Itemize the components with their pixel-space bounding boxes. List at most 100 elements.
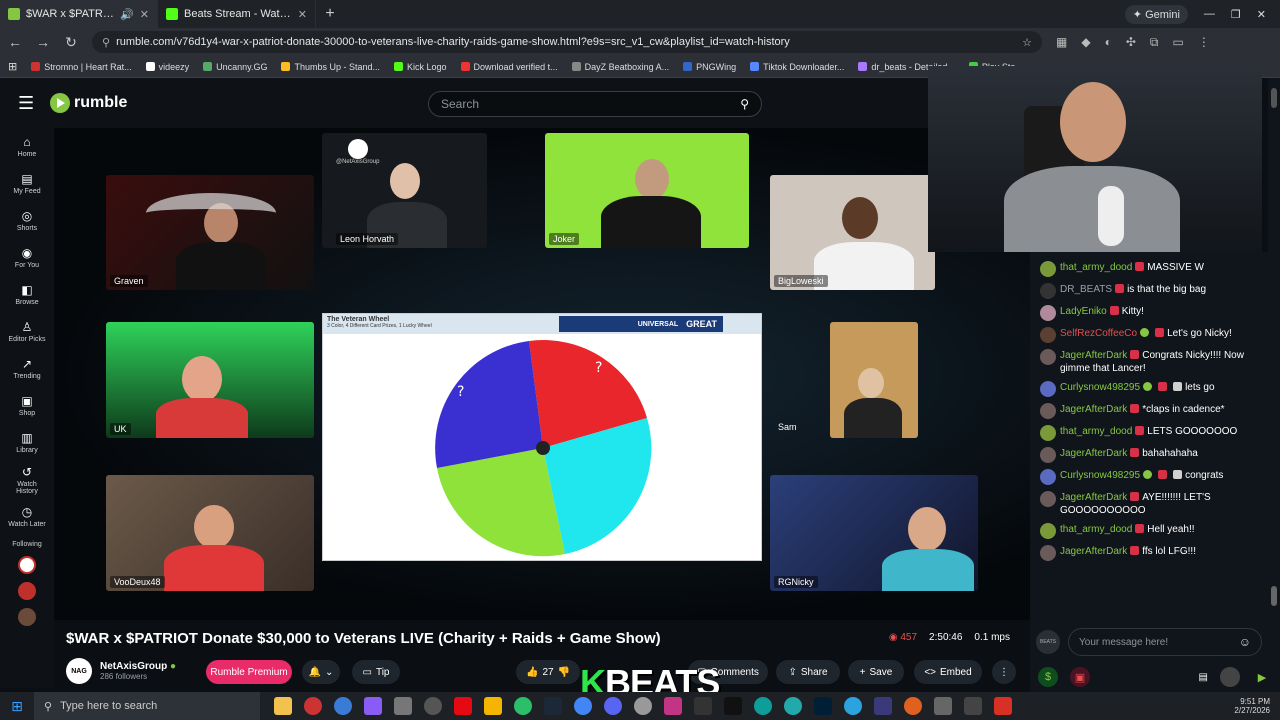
bookmark[interactable]: DayZ Beatboxing A... — [571, 62, 669, 72]
nav-for-you[interactable]: ◉ For You — [0, 239, 54, 276]
back-icon[interactable]: ← — [8, 34, 22, 50]
app-icon[interactable] — [994, 697, 1012, 715]
dollar-icon[interactable]: $ — [1038, 667, 1058, 687]
netflix-icon[interactable] — [454, 697, 472, 715]
windows-start-icon[interactable]: ⊞ — [0, 698, 34, 715]
instagram-icon[interactable] — [664, 697, 682, 715]
reload-icon[interactable]: ↻ — [64, 34, 78, 51]
channel-name[interactable]: NetAxisGroup ● — [100, 661, 176, 672]
chat-username[interactable]: that_army_dood — [1060, 262, 1132, 273]
chat-username[interactable]: JagerAfterDark — [1060, 448, 1127, 459]
chat-username[interactable]: that_army_dood — [1060, 426, 1132, 437]
page-scrollbar[interactable] — [1268, 78, 1280, 692]
rumble-logo[interactable]: rumble — [50, 93, 127, 113]
menu-icon[interactable]: ⋮ — [1198, 35, 1210, 50]
bookmark[interactable]: PNGWing — [683, 62, 736, 72]
search-input[interactable]: Search ⚲ — [428, 91, 762, 117]
share-button[interactable]: ⇪ Share — [776, 660, 840, 684]
tiktok-icon[interactable] — [724, 697, 742, 715]
apps-icon[interactable]: ⊞ — [8, 60, 17, 73]
notify-button[interactable]: 🔔 ⌄ — [302, 660, 340, 684]
channel-avatar[interactable]: NAG — [66, 658, 92, 684]
forward-icon[interactable]: → — [36, 34, 50, 50]
nav-shop[interactable]: ▣ Shop — [0, 387, 54, 424]
app-icon[interactable] — [634, 697, 652, 715]
avatar[interactable] — [1220, 667, 1240, 687]
chat-username[interactable]: Curlysnow498295 — [1060, 470, 1140, 481]
app-icon[interactable] — [484, 697, 502, 715]
app-icon[interactable] — [424, 697, 442, 715]
bookmark-star-icon[interactable]: ☆ — [1022, 36, 1032, 49]
hamburger-menu-icon[interactable]: ☰ — [18, 93, 36, 114]
gift-icon[interactable]: ▣ — [1070, 667, 1090, 687]
chat-username[interactable]: LadyEniko — [1060, 306, 1107, 317]
nav-watch-history[interactable]: ↺ Watch History — [0, 461, 54, 498]
chat-message-input[interactable]: Your message here! ☺ — [1068, 628, 1262, 656]
tab-close-icon[interactable]: ✕ — [140, 8, 149, 21]
puzzle-icon[interactable]: ⧉ — [1150, 35, 1159, 50]
gemini-button[interactable]: ✦ Gemini — [1124, 4, 1188, 24]
nav-home[interactable]: ⌂ Home — [0, 128, 54, 165]
nav-my-feed[interactable]: ▤ My Feed — [0, 165, 54, 202]
tab-kick[interactable]: Beats Stream - Watch Live on K ✕ — [158, 0, 316, 28]
save-button[interactable]: + Save — [848, 660, 904, 684]
telegram-icon[interactable] — [844, 697, 862, 715]
photoshop-icon[interactable] — [814, 697, 832, 715]
following-channel-avatar[interactable] — [18, 556, 36, 574]
bookmark[interactable]: Tiktok Downloader... — [750, 62, 844, 72]
app-icon[interactable] — [514, 697, 532, 715]
steam-icon[interactable] — [544, 697, 562, 715]
bookmark[interactable]: Stromno | Heart Rat... — [31, 62, 132, 72]
site-info-icon[interactable]: ⚲ — [102, 36, 110, 49]
close-window-icon[interactable]: ✕ — [1257, 8, 1266, 21]
more-options-button[interactable]: ⋮ — [992, 660, 1016, 684]
chrome-icon[interactable] — [574, 697, 592, 715]
app-icon[interactable] — [334, 697, 352, 715]
tip-button[interactable]: ▭ Tip — [352, 660, 400, 684]
ad-banner[interactable]: UNIVERSAL GREAT — [559, 316, 723, 332]
file-explorer-icon[interactable] — [274, 697, 292, 715]
app-icon[interactable] — [964, 697, 982, 715]
restore-icon[interactable]: ❐ — [1231, 8, 1241, 21]
following-channel-avatar[interactable] — [18, 582, 36, 600]
embed-button[interactable]: <> Embed — [914, 660, 982, 684]
prize-wheel[interactable]: ? ? — [323, 334, 763, 562]
scroll-thumb[interactable] — [1271, 586, 1277, 606]
url-field[interactable]: ⚲ rumble.com/v76d1y4-war-x-patriot-donat… — [92, 31, 1042, 53]
video-player[interactable]: Graven @NetAxisGroup Leon Horvath Joker … — [54, 128, 1030, 620]
media-icon[interactable]: ▭ — [1172, 35, 1183, 50]
nav-watch-later[interactable]: ◷ Watch Later — [0, 498, 54, 535]
app-icon[interactable] — [934, 697, 952, 715]
app-icon[interactable] — [304, 697, 322, 715]
bookmark[interactable]: Uncanny.GG — [203, 62, 267, 72]
extension-icon[interactable]: ◐ — [1105, 35, 1112, 50]
bookmark[interactable]: Download verified t... — [460, 62, 558, 72]
taskbar-search[interactable]: ⚲ Type here to search — [34, 692, 260, 720]
like-button[interactable]: 👍 27 👎 — [516, 660, 580, 684]
search-icon[interactable]: ⚲ — [740, 97, 749, 111]
rumble-premium-button[interactable]: Rumble Premium — [206, 660, 292, 684]
nav-trending[interactable]: ↗ Trending — [0, 350, 54, 387]
app-icon[interactable] — [604, 697, 622, 715]
app-icon[interactable] — [694, 697, 712, 715]
nav-editor-picks[interactable]: ♙ Editor Picks — [0, 313, 54, 350]
following-channel-avatar[interactable] — [18, 608, 36, 626]
tab-rumble[interactable]: $WAR x $PATRIOT Donate $ 🔊 ✕ — [0, 0, 158, 28]
chat-username[interactable]: JagerAfterDark — [1060, 492, 1127, 503]
emoji-icon[interactable]: ☺ — [1239, 635, 1251, 649]
bookmark[interactable]: videezy — [145, 62, 189, 72]
system-tray-clock[interactable]: 9:51 PM 2/27/2026 — [1234, 692, 1270, 720]
channel-info[interactable]: NAG NetAxisGroup ● 286 followers — [66, 658, 176, 684]
nav-browse[interactable]: ◧ Browse — [0, 276, 54, 313]
chat-username[interactable]: SelfRezCoffeeCo — [1060, 328, 1137, 339]
scroll-thumb[interactable] — [1271, 88, 1277, 108]
app-icon[interactable] — [784, 697, 802, 715]
bookmark[interactable]: Kick Logo — [394, 62, 447, 72]
chat-username[interactable]: JagerAfterDark — [1060, 404, 1127, 415]
chat-username[interactable]: JagerAfterDark — [1060, 350, 1127, 361]
nav-library[interactable]: ▥ Library — [0, 424, 54, 461]
app-icon[interactable] — [904, 697, 922, 715]
bookmark[interactable]: Thumbs Up - Stand... — [281, 62, 380, 72]
minimize-icon[interactable]: — — [1204, 8, 1215, 20]
app-icon[interactable] — [874, 697, 892, 715]
